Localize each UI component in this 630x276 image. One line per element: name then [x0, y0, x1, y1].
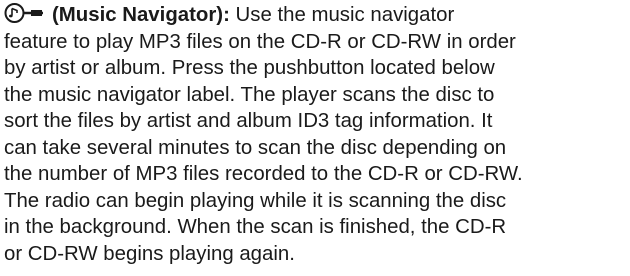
paragraph-line-10: or CD-RW begins playing again.: [4, 242, 295, 265]
music-navigator-icon: [4, 2, 44, 24]
music-navigator-term: (Music Navigator):: [52, 4, 230, 26]
paragraph-line-9: in the background. When the scan is fini…: [4, 216, 507, 238]
paragraph-line-4: the music navigator label. The player sc…: [4, 83, 495, 106]
paragraph-line-6: can take several minutes to scan the dis…: [4, 136, 507, 159]
paragraph-line-5: sort the files by artist and album ID3 t…: [4, 110, 493, 132]
paragraph-line-1: (Music Navigator): Use the music navigat…: [4, 2, 626, 29]
paragraph-text-line-1: Use the music navigator: [235, 4, 455, 26]
paragraph-line-2: feature to play MP3 files on the CD-R or…: [4, 30, 516, 53]
paragraph-line-8: The radio can begin playing while it is …: [4, 189, 507, 212]
manual-page: (Music Navigator): Use the music navigat…: [0, 0, 630, 276]
paragraph-line-3: by artist or album. Press the pushbutton…: [4, 57, 495, 79]
music-navigator-paragraph: (Music Navigator): Use the music navigat…: [4, 2, 626, 267]
paragraph-line-7: the number of MP3 files recorded to the …: [4, 163, 523, 185]
